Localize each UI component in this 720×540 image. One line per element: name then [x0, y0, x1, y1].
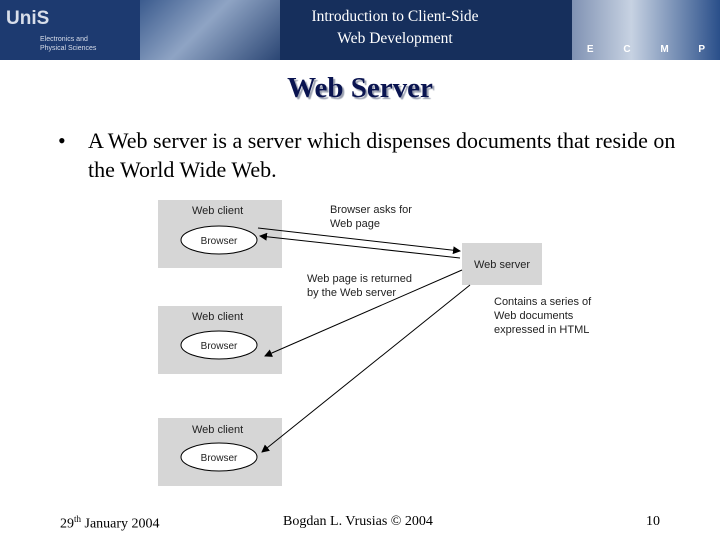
response-label-2: by the Web server — [307, 287, 396, 299]
response-arrow-3 — [261, 284, 471, 453]
docs-label-3: expressed in HTML — [494, 324, 589, 336]
docs-label-1: Contains a series of — [494, 296, 592, 308]
browser-label: Browser — [201, 453, 238, 464]
web-server-diagram: Web client Browser Web client Browser We… — [158, 200, 592, 486]
web-server-box: Web server — [462, 243, 542, 285]
page-number: 10 — [646, 514, 660, 529]
web-client-3: Web client Browser — [158, 418, 282, 486]
client-label: Web client — [192, 311, 243, 323]
server-label: Web server — [474, 259, 530, 271]
request-label-1: Browser asks for — [330, 204, 412, 216]
response-label-1: Web page is returned — [307, 273, 412, 285]
client-label: Web client — [192, 424, 243, 436]
web-client-2: Web client Browser — [158, 306, 282, 374]
browser-label: Browser — [201, 341, 238, 352]
footer-author: Bogdan L. Vrusias © 2004 — [283, 514, 433, 529]
docs-label-2: Web documents — [494, 310, 574, 322]
footer-date: 29th January 2004 — [60, 514, 160, 532]
web-client-1: Web client Browser — [158, 200, 282, 268]
browser-label: Browser — [201, 236, 238, 247]
client-label: Web client — [192, 205, 243, 217]
request-label-2: Web page — [330, 218, 380, 230]
